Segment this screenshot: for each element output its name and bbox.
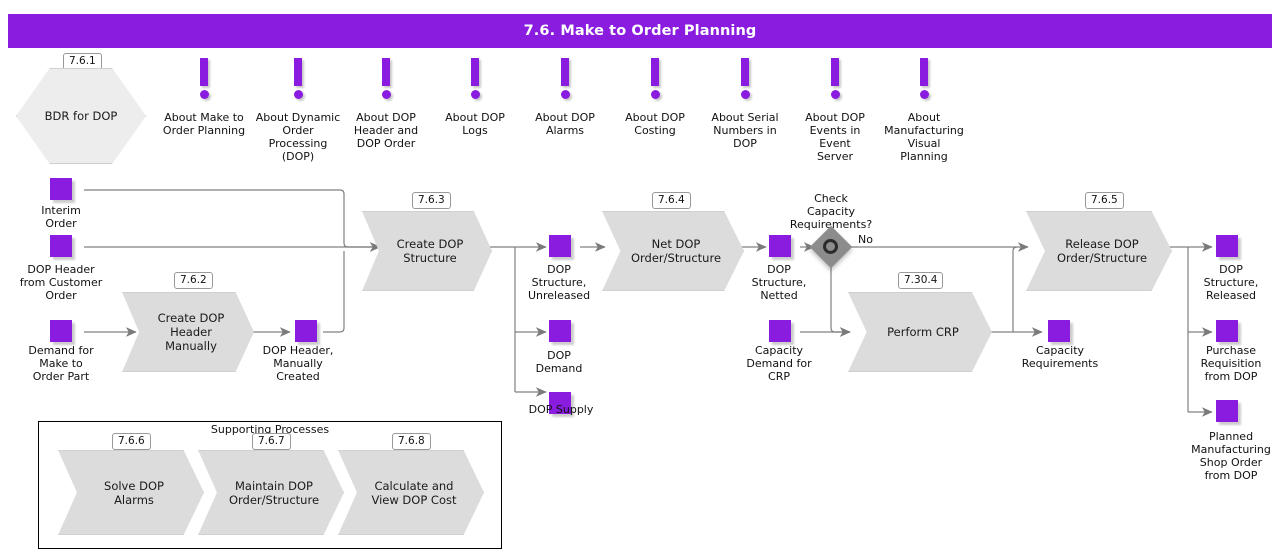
data-object-label-demand-for-make-to-order-part: Demand for Make to Order Part bbox=[28, 344, 94, 383]
decision-branch-no-label: No bbox=[858, 233, 873, 246]
perform-crp-label: Perform CRP bbox=[887, 325, 959, 339]
data-object-capacity-demand-for-crp[interactable] bbox=[769, 320, 791, 342]
net-dop-order-structure-label: Net DOP Order/Structure bbox=[630, 237, 722, 265]
exclamation-icon bbox=[460, 58, 490, 99]
data-object-label-planned-manufacturing-shop-order-from-dop: Planned Manufacturing Shop Order from DO… bbox=[1191, 430, 1271, 482]
data-object-label-dop-supply: DOP Supply bbox=[528, 403, 594, 416]
release-dop-order-structure-label: Release DOP Order/Structure bbox=[1056, 237, 1148, 265]
data-object-label-dop-header-manually-created: DOP Header, Manually Created bbox=[262, 344, 334, 383]
info-item-label[interactable]: About DOP Logs bbox=[427, 111, 523, 137]
data-object-label-dop-demand: DOP Demand bbox=[535, 349, 583, 375]
info-item-label[interactable]: About Serial Numbers in DOP bbox=[697, 111, 793, 150]
data-object-dop-header-manually-created[interactable] bbox=[295, 320, 317, 342]
process-solve-dop-alarms[interactable]: Solve DOP Alarms bbox=[58, 450, 204, 535]
info-item-label[interactable]: About DOP Costing bbox=[607, 111, 703, 137]
create-dop-header-manually-tag: 7.6.2 bbox=[174, 272, 213, 289]
exclamation-icon bbox=[189, 58, 219, 99]
release-dop-order-structure-tag: 7.6.5 bbox=[1085, 192, 1124, 209]
calculate-and-view-dop-cost-tag: 7.6.8 bbox=[392, 433, 431, 450]
page-title-bar: 7.6. Make to Order Planning bbox=[8, 14, 1272, 48]
data-object-dop-structure-unreleased[interactable] bbox=[549, 235, 571, 257]
data-object-dop-structure-netted[interactable] bbox=[769, 235, 791, 257]
data-object-dop-header-from-customer-order[interactable] bbox=[50, 235, 72, 257]
calculate-and-view-dop-cost-label: Calculate and View DOP Cost bbox=[371, 478, 457, 507]
bdr-for-dop-label: BDR for DOP bbox=[44, 109, 118, 123]
maintain-dop-order-structure-tag: 7.6.7 bbox=[252, 433, 291, 450]
create-dop-structure-label: Create DOP Structure bbox=[396, 237, 464, 265]
data-object-label-dop-structure-unreleased: DOP Structure, Unreleased bbox=[527, 263, 591, 302]
exclamation-icon bbox=[730, 58, 760, 99]
page-title: 7.6. Make to Order Planning bbox=[523, 23, 757, 39]
data-object-capacity-requirements[interactable] bbox=[1048, 320, 1070, 342]
data-object-label-dop-header-from-customer-order: DOP Header from Customer Order bbox=[19, 263, 103, 302]
net-dop-order-structure-tag: 7.6.4 bbox=[652, 192, 691, 209]
data-object-interim-order[interactable] bbox=[50, 178, 72, 200]
process-release-dop-order-structure[interactable]: Release DOP Order/Structure bbox=[1026, 211, 1172, 291]
process-maintain-dop-order-structure[interactable]: Maintain DOP Order/Structure bbox=[198, 450, 344, 535]
exclamation-icon bbox=[283, 58, 313, 99]
data-object-demand-for-make-to-order-part[interactable] bbox=[50, 320, 72, 342]
data-object-label-purchase-requisition-from-dop: Purchase Requisition from DOP bbox=[1200, 344, 1262, 383]
solve-dop-alarms-label: Solve DOP Alarms bbox=[104, 478, 164, 507]
data-object-label-capacity-requirements: Capacity Requirements bbox=[1021, 344, 1099, 370]
data-object-planned-manufacturing-shop-order-from-dop[interactable] bbox=[1216, 400, 1238, 422]
data-object-label-interim-order: Interim Order bbox=[41, 204, 81, 230]
create-dop-header-manually-label: Create DOP Header Manually bbox=[157, 311, 225, 353]
info-item-label[interactable]: About DOP Events in Event Server bbox=[787, 111, 883, 163]
exclamation-icon bbox=[820, 58, 850, 99]
perform-crp-tag: 7.30.4 bbox=[898, 272, 944, 289]
process-create-dop-structure[interactable]: Create DOP Structure bbox=[362, 211, 492, 291]
data-object-label-dop-structure-released: DOP Structure, Released bbox=[1203, 263, 1259, 302]
solve-dop-alarms-tag: 7.6.6 bbox=[112, 433, 151, 450]
process-net-dop-order-structure[interactable]: Net DOP Order/Structure bbox=[602, 211, 744, 291]
info-item-label[interactable]: About Manufacturing Visual Planning bbox=[876, 111, 972, 163]
exclamation-icon bbox=[550, 58, 580, 99]
exclamation-icon bbox=[909, 58, 939, 99]
exclamation-icon bbox=[640, 58, 670, 99]
process-create-dop-header-manually[interactable]: Create DOP Header Manually bbox=[122, 292, 254, 372]
info-item-label[interactable]: About Dynamic Order Processing (DOP) bbox=[250, 111, 346, 163]
create-dop-structure-tag: 7.6.3 bbox=[412, 192, 451, 209]
exclamation-icon bbox=[371, 58, 401, 99]
data-object-label-capacity-demand-for-crp: Capacity Demand for CRP bbox=[746, 344, 812, 383]
data-object-dop-structure-released[interactable] bbox=[1216, 235, 1238, 257]
process-perform-crp[interactable]: Perform CRP bbox=[848, 292, 992, 372]
decision-inner-ring-icon bbox=[823, 239, 838, 254]
data-object-dop-demand[interactable] bbox=[549, 320, 571, 342]
maintain-dop-order-structure-label: Maintain DOP Order/Structure bbox=[228, 478, 320, 507]
process-calculate-and-view-dop-cost[interactable]: Calculate and View DOP Cost bbox=[338, 450, 484, 535]
info-item-label[interactable]: About DOP Alarms bbox=[517, 111, 613, 137]
data-object-label-dop-structure-netted: DOP Structure, Netted bbox=[751, 263, 807, 302]
info-item-label[interactable]: About DOP Header and DOP Order bbox=[338, 111, 434, 150]
info-item-label[interactable]: About Make to Order Planning bbox=[156, 111, 252, 137]
bdr-for-dop-node[interactable]: BDR for DOP bbox=[16, 68, 146, 164]
data-object-purchase-requisition-from-dop[interactable] bbox=[1216, 320, 1238, 342]
diagram-canvas: 7.6. Make to Order Planning 7.6.1 BDR fo… bbox=[0, 0, 1280, 560]
